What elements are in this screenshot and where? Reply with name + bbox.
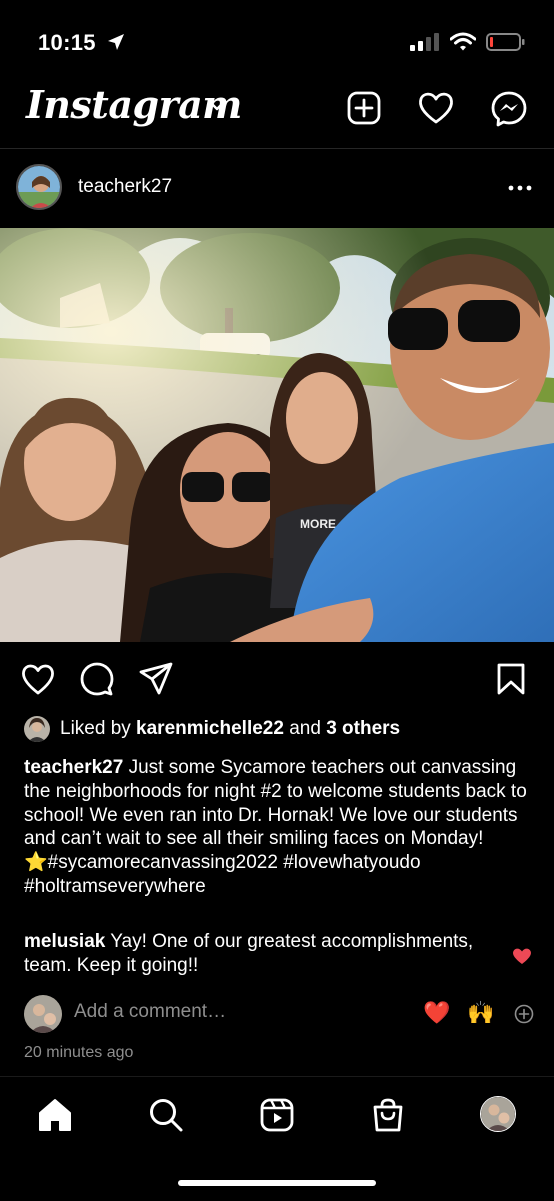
post-timestamp: 20 minutes ago xyxy=(24,1044,134,1061)
post-author-avatar[interactable] xyxy=(16,164,62,210)
new-post-icon[interactable] xyxy=(346,90,382,126)
comment-item: melusiak Yay! One of our greatest accomp… xyxy=(24,930,504,978)
likes-prefix: Liked by xyxy=(60,718,137,739)
liker-avatar xyxy=(24,716,50,742)
caption-hashtags[interactable]: #sycamorecanvassing2022 #lovewhatyoudo #… xyxy=(24,852,421,897)
status-time: 10:15 xyxy=(38,30,96,55)
chevron-down-icon[interactable] xyxy=(208,100,226,112)
current-user-avatar xyxy=(24,995,62,1033)
location-arrow-icon xyxy=(108,34,124,50)
quick-emoji-heart[interactable]: ❤️ xyxy=(423,1000,450,1026)
app-header: Instagram xyxy=(0,78,554,149)
signal-icon xyxy=(410,33,439,51)
profile-tab-avatar[interactable] xyxy=(480,1096,516,1132)
more-options-icon[interactable] xyxy=(508,184,532,192)
post-actions xyxy=(0,652,554,706)
comment-like-heart-icon[interactable] xyxy=(512,947,532,965)
like-heart-icon[interactable] xyxy=(20,662,56,696)
comment-username[interactable]: melusiak xyxy=(24,931,105,952)
shop-bag-icon[interactable] xyxy=(370,1097,406,1133)
save-bookmark-icon[interactable] xyxy=(496,662,526,696)
activity-heart-icon[interactable] xyxy=(417,90,455,126)
post-author-username[interactable]: teacherk27 xyxy=(78,176,172,198)
shirt-text: MORE xyxy=(300,517,336,531)
reels-icon[interactable] xyxy=(259,1097,295,1133)
share-send-icon[interactable] xyxy=(139,662,173,696)
post-header: teacherk27 xyxy=(0,150,554,226)
post-caption: teacherk27 Just some Sycamore teachers o… xyxy=(24,756,534,899)
likes-middle: and xyxy=(283,718,327,739)
likes-others[interactable]: 3 others xyxy=(326,718,400,739)
add-comment-row: ❤️ 🙌 xyxy=(0,992,554,1036)
messenger-icon[interactable] xyxy=(490,90,528,128)
liker-username[interactable]: karenmichelle22 xyxy=(136,718,284,739)
add-emoji-plus-icon[interactable] xyxy=(514,1004,534,1024)
comment-bubble-icon[interactable] xyxy=(80,662,114,696)
post-photo[interactable]: MORE xyxy=(0,228,554,642)
home-indicator xyxy=(178,1180,376,1186)
likes-summary[interactable]: Liked by karenmichelle22 and 3 others xyxy=(24,714,400,744)
status-bar: 10:15 xyxy=(0,0,554,80)
wifi-icon xyxy=(450,32,476,51)
add-comment-input[interactable] xyxy=(74,1001,394,1023)
search-icon[interactable] xyxy=(148,1097,184,1133)
battery-icon xyxy=(486,33,525,51)
caption-username[interactable]: teacherk27 xyxy=(24,757,123,778)
star-emoji: ⭐️ xyxy=(24,852,48,874)
quick-emoji-raised-hands[interactable]: 🙌 xyxy=(467,1000,494,1026)
home-icon[interactable] xyxy=(37,1097,73,1133)
